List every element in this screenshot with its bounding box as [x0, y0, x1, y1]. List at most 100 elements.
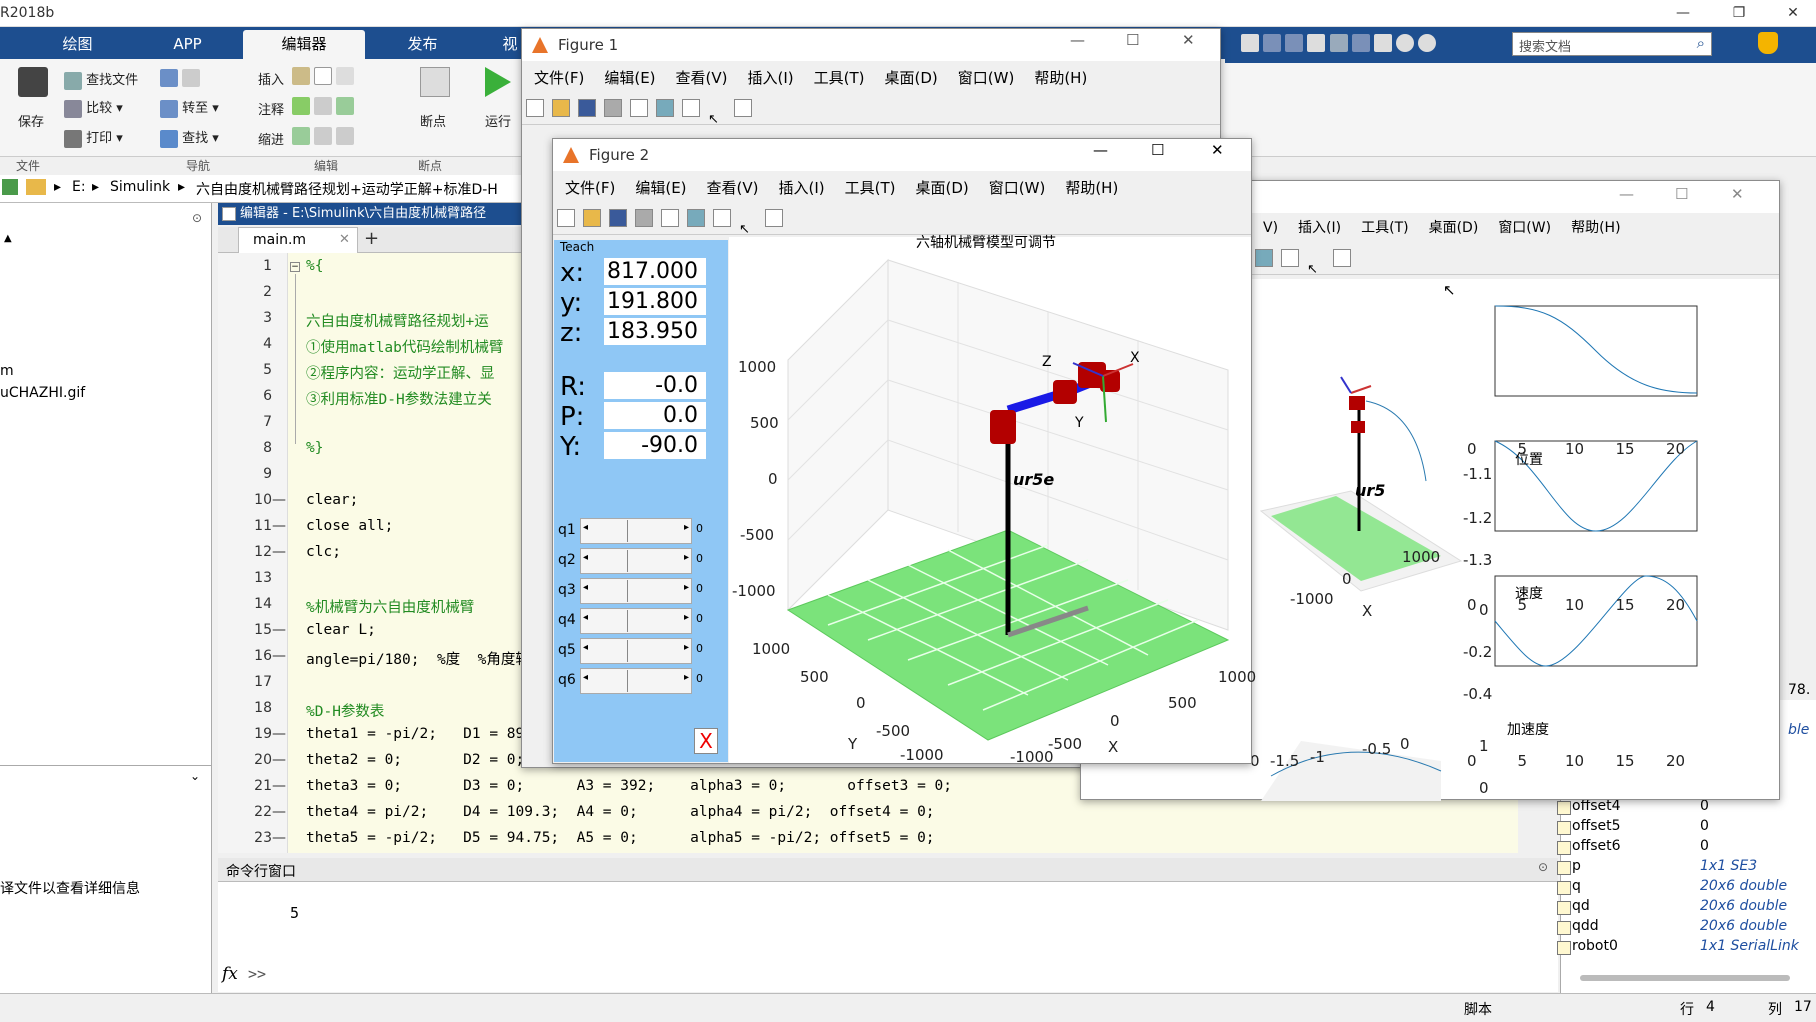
menu-view[interactable]: 查看(V) — [707, 179, 759, 197]
breakpoint-marker[interactable]: — — [272, 804, 286, 820]
menu-help[interactable]: 帮助(H) — [1065, 179, 1118, 197]
joint-slider[interactable]: ◂ ▸ — [580, 548, 692, 574]
joint-slider[interactable]: ◂ ▸ — [580, 578, 692, 604]
joint-slider[interactable]: ◂ ▸ — [580, 668, 692, 694]
legend-icon[interactable] — [713, 209, 731, 227]
slider-left-arrow-icon[interactable]: ◂ — [583, 552, 588, 563]
close-icon[interactable]: ✕ — [1770, 0, 1816, 27]
redo-icon[interactable] — [1351, 34, 1370, 52]
menu-insert[interactable]: 插入(I) — [1298, 220, 1341, 236]
edit-tools-icons[interactable] — [292, 67, 355, 85]
joint-slider[interactable]: ◂ ▸ — [580, 638, 692, 664]
search-icon[interactable]: ⌕ — [1697, 34, 1705, 52]
teach-close-button[interactable]: X — [694, 728, 718, 754]
menu-help[interactable]: 帮助(H) — [1571, 220, 1620, 236]
figure1-maximize-icon[interactable]: ☐ — [1126, 31, 1139, 49]
breakpoint-marker[interactable]: — — [272, 726, 286, 742]
colorbar-icon[interactable] — [687, 209, 705, 227]
notification-bell-icon[interactable] — [1758, 32, 1778, 54]
figure1-minimize-icon[interactable]: — — [1070, 31, 1085, 49]
workspace-scrollbar[interactable] — [1580, 975, 1790, 981]
menu-edit[interactable]: 编辑(E) — [635, 179, 686, 197]
workspace-var-name[interactable]: offset4 — [1572, 798, 1621, 818]
figure2-maximize-icon[interactable]: ☐ — [1151, 141, 1164, 159]
slider-thumb[interactable] — [627, 550, 628, 572]
slider-right-arrow-icon[interactable]: ▸ — [684, 672, 689, 683]
pointer-icon[interactable]: ↖ — [1307, 262, 1325, 280]
menu-desktop[interactable]: 桌面(D) — [916, 179, 969, 197]
path-drive[interactable]: E: — [72, 179, 86, 195]
tab-main-m[interactable]: main.m ✕ — [238, 227, 358, 253]
sort-arrow-icon[interactable]: ▲ — [4, 233, 12, 244]
menu-edit[interactable]: 编辑(E) — [604, 69, 655, 87]
new-figure-icon[interactable] — [526, 99, 544, 117]
workspace-var-name[interactable]: offset5 — [1572, 818, 1621, 838]
workspace-var-name[interactable]: qdd — [1572, 918, 1599, 938]
smart-indent-icon[interactable] — [292, 127, 310, 145]
joint-slider[interactable]: ◂ ▸ — [580, 608, 692, 634]
help-icon[interactable] — [1395, 34, 1414, 52]
menu-insert[interactable]: 插入(I) — [779, 179, 825, 197]
save-all-icon[interactable] — [1241, 34, 1259, 52]
new-figure-icon[interactable] — [557, 209, 575, 227]
decrease-indent-icon[interactable] — [336, 127, 355, 145]
slider-right-arrow-icon[interactable]: ▸ — [684, 552, 689, 563]
menu-file[interactable]: 文件(F) — [565, 179, 615, 197]
breakpoint-marker[interactable]: — — [272, 544, 286, 560]
minimize-icon[interactable]: — — [1660, 0, 1706, 27]
compare-button[interactable]: 比较 ▾ — [64, 97, 123, 118]
command-menu-icon[interactable]: ⊙ — [1538, 860, 1548, 874]
open-icon[interactable] — [583, 209, 601, 227]
slider-thumb[interactable] — [627, 670, 628, 692]
colorbar-icon[interactable] — [656, 99, 674, 117]
paste-icon[interactable] — [1307, 34, 1326, 52]
legend-icon[interactable] — [682, 99, 700, 117]
breakpoints-button[interactable]: 断点 — [420, 111, 446, 130]
legend-icon[interactable] — [1281, 249, 1299, 267]
figure3-maximize-icon[interactable]: ☐ — [1675, 185, 1688, 203]
save-icon[interactable] — [609, 209, 627, 227]
fx-icon[interactable]: fx — [222, 964, 238, 984]
breakpoint-marker[interactable]: — — [272, 492, 286, 508]
breakpoint-marker[interactable]: — — [272, 830, 286, 846]
colorbar-icon[interactable] — [1255, 249, 1273, 267]
slider-thumb[interactable] — [627, 640, 628, 662]
figure2-close-icon[interactable]: ✕ — [1211, 141, 1224, 159]
menu-tools[interactable]: 工具(T) — [814, 69, 865, 87]
insert-function-icon[interactable] — [336, 67, 355, 85]
insert-button[interactable]: 插入 — [258, 69, 284, 88]
slider-left-arrow-icon[interactable]: ◂ — [583, 522, 588, 533]
slider-left-arrow-icon[interactable]: ◂ — [583, 672, 588, 683]
fold-toggle-icon[interactable]: − — [290, 262, 300, 272]
address-bar[interactable]: ▸ E: ▸ Simulink ▸ 六自由度机械臂路径规划+运动学正解+标准D-… — [0, 175, 560, 203]
path-folder-project[interactable]: 六自由度机械臂路径规划+运动学正解+标准D-H — [196, 179, 498, 199]
panel-menu-icon[interactable]: ⊙ — [192, 211, 202, 225]
command-window[interactable]: 5 fx >> — [218, 882, 1558, 992]
figure3-close-icon[interactable]: ✕ — [1731, 185, 1744, 203]
copy-icon[interactable] — [1285, 34, 1304, 52]
tab-apps[interactable]: APP — [140, 30, 235, 59]
slider-left-arrow-icon[interactable]: ◂ — [583, 642, 588, 653]
breakpoint-marker[interactable]: — — [272, 648, 286, 664]
menu-tools[interactable]: 工具(T) — [845, 179, 896, 197]
print-icon[interactable] — [635, 209, 653, 227]
open-icon[interactable] — [552, 99, 570, 117]
breakpoint-marker[interactable]: — — [272, 778, 286, 794]
menu-view-partial[interactable]: V) — [1263, 220, 1278, 236]
workspace-var-name[interactable]: robot0 — [1572, 938, 1618, 958]
add-tab-button[interactable]: + — [364, 228, 379, 249]
pointer-icon[interactable]: ↖ — [708, 112, 726, 130]
undo-icon[interactable] — [1329, 34, 1348, 52]
menu-tools[interactable]: 工具(T) — [1361, 220, 1408, 236]
property-editor-icon[interactable] — [734, 99, 752, 117]
save-icon[interactable] — [578, 99, 596, 117]
slider-left-arrow-icon[interactable]: ◂ — [583, 612, 588, 623]
percent-icon[interactable] — [292, 97, 310, 115]
breakpoint-marker[interactable]: — — [272, 622, 286, 638]
close-tab-icon[interactable]: ✕ — [339, 232, 350, 247]
menu-help[interactable]: 帮助(H) — [1034, 69, 1087, 87]
workspace-var-name[interactable]: p — [1572, 858, 1581, 878]
find-button[interactable]: 查找 ▾ — [160, 127, 219, 148]
tab-editor[interactable]: 编辑器 — [243, 30, 365, 59]
figure1-close-icon[interactable]: ✕ — [1182, 31, 1195, 49]
